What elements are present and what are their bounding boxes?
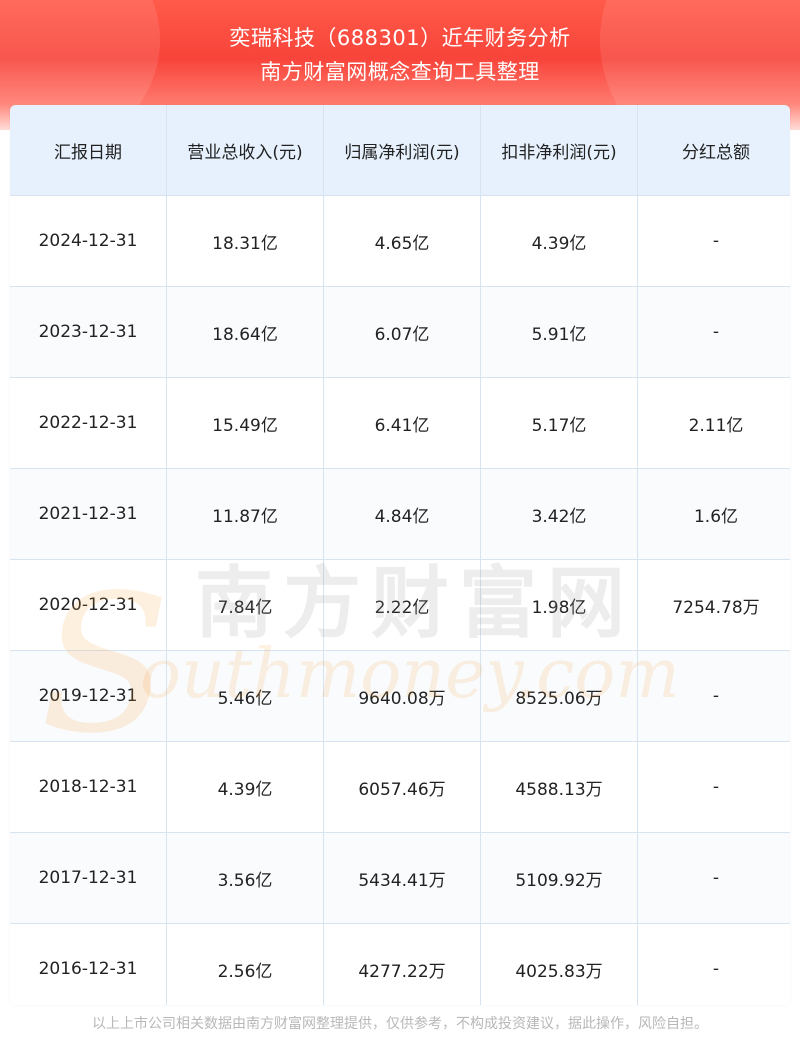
table-row: 2020-12-31 7.84亿 2.22亿 1.98亿 7254.78万: [10, 559, 790, 651]
cell-deducted-net-profit: 5.17亿: [480, 377, 638, 469]
cell-deducted-net-profit: 4588.13万: [480, 741, 638, 833]
cell-dividend: -: [637, 286, 790, 378]
table-row: 2018-12-31 4.39亿 6057.46万 4588.13万 -: [10, 741, 790, 833]
cell-date: 2017-12-31: [10, 832, 167, 924]
cell-revenue: 5.46亿: [166, 650, 324, 742]
cell-revenue: 3.56亿: [166, 832, 324, 924]
financial-table: 汇报日期 营业总收入(元) 归属净利润(元) 扣非净利润(元) 分红总额 202…: [10, 105, 790, 1005]
cell-net-profit: 6.07亿: [323, 286, 481, 378]
column-header-deducted-net-profit: 扣非净利润(元): [480, 105, 638, 196]
cell-date: 2018-12-31: [10, 741, 167, 833]
footer-disclaimer: 以上上市公司相关数据由南方财富网整理提供，仅供参考，不构成投资建议，据此操作，风…: [92, 1016, 708, 1032]
cell-revenue: 18.64亿: [166, 286, 324, 378]
cell-date: 2021-12-31: [10, 468, 167, 560]
table-row: 2019-12-31 5.46亿 9640.08万 8525.06万 -: [10, 650, 790, 742]
cell-date: 2016-12-31: [10, 923, 167, 1005]
cell-net-profit: 4.65亿: [323, 195, 481, 287]
column-header-dividend: 分红总额: [637, 105, 790, 196]
page-subtitle: 南方财富网概念查询工具整理: [260, 60, 540, 84]
cell-dividend: 1.6亿: [637, 468, 790, 560]
cell-dividend: 7254.78万: [637, 559, 790, 651]
cell-revenue: 15.49亿: [166, 377, 324, 469]
cell-revenue: 2.56亿: [166, 923, 324, 1005]
cell-net-profit: 5434.41万: [323, 832, 481, 924]
page-title: 奕瑞科技（688301）近年财务分析: [229, 26, 571, 50]
cell-net-profit: 4.84亿: [323, 468, 481, 560]
column-header-net-profit: 归属净利润(元): [323, 105, 481, 196]
financial-table-card: 汇报日期 营业总收入(元) 归属净利润(元) 扣非净利润(元) 分红总额 202…: [10, 105, 790, 1005]
column-header-revenue: 营业总收入(元): [166, 105, 324, 196]
table-row: 2023-12-31 18.64亿 6.07亿 5.91亿 -: [10, 286, 790, 378]
cell-revenue: 18.31亿: [166, 195, 324, 287]
cell-dividend: -: [637, 923, 790, 1005]
cell-date: 2020-12-31: [10, 559, 167, 651]
table-row: 2021-12-31 11.87亿 4.84亿 3.42亿 1.6亿: [10, 468, 790, 560]
cell-date: 2023-12-31: [10, 286, 167, 378]
cell-net-profit: 4277.22万: [323, 923, 481, 1005]
cell-revenue: 7.84亿: [166, 559, 324, 651]
cell-deducted-net-profit: 4025.83万: [480, 923, 638, 1005]
cell-deducted-net-profit: 5109.92万: [480, 832, 638, 924]
cell-date: 2022-12-31: [10, 377, 167, 469]
cell-dividend: -: [637, 195, 790, 287]
cell-net-profit: 9640.08万: [323, 650, 481, 742]
table-header-row: 汇报日期 营业总收入(元) 归属净利润(元) 扣非净利润(元) 分红总额: [10, 105, 790, 196]
cell-revenue: 4.39亿: [166, 741, 324, 833]
table-row: 2017-12-31 3.56亿 5434.41万 5109.92万 -: [10, 832, 790, 924]
cell-net-profit: 6057.46万: [323, 741, 481, 833]
cell-dividend: -: [637, 741, 790, 833]
cell-revenue: 11.87亿: [166, 468, 324, 560]
table-row: 2022-12-31 15.49亿 6.41亿 5.17亿 2.11亿: [10, 377, 790, 469]
cell-deducted-net-profit: 8525.06万: [480, 650, 638, 742]
cell-dividend: 2.11亿: [637, 377, 790, 469]
cell-dividend: -: [637, 832, 790, 924]
cell-date: 2019-12-31: [10, 650, 167, 742]
table-row: 2024-12-31 18.31亿 4.65亿 4.39亿 -: [10, 195, 790, 287]
cell-date: 2024-12-31: [10, 195, 167, 287]
column-header-date: 汇报日期: [10, 105, 167, 196]
cell-net-profit: 2.22亿: [323, 559, 481, 651]
table-row: 2016-12-31 2.56亿 4277.22万 4025.83万 -: [10, 923, 790, 1005]
cell-deducted-net-profit: 4.39亿: [480, 195, 638, 287]
cell-deducted-net-profit: 5.91亿: [480, 286, 638, 378]
cell-deducted-net-profit: 1.98亿: [480, 559, 638, 651]
cell-dividend: -: [637, 650, 790, 742]
cell-net-profit: 6.41亿: [323, 377, 481, 469]
cell-deducted-net-profit: 3.42亿: [480, 468, 638, 560]
